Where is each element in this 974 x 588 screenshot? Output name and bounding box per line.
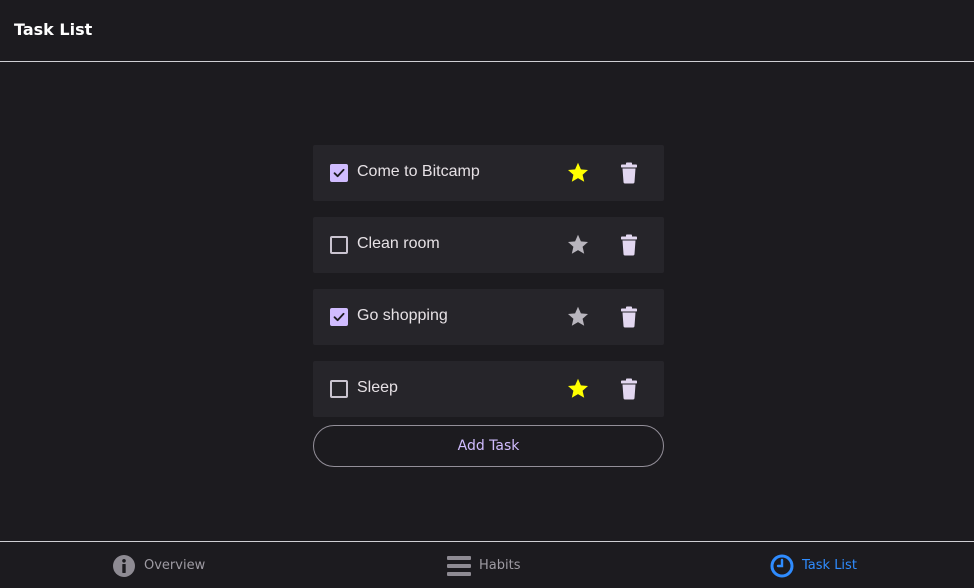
clock-icon (770, 554, 794, 578)
task-label: Clean room (357, 235, 440, 252)
nav-item-overview[interactable]: Overview (112, 542, 205, 588)
task-checkbox[interactable] (330, 236, 348, 254)
task-item: Clean room (313, 217, 664, 273)
task-label: Sleep (357, 379, 398, 396)
app-header: Task List (0, 0, 974, 62)
star-icon[interactable] (566, 161, 590, 185)
menu-icon (447, 554, 471, 578)
page-title: Task List (14, 20, 93, 39)
task-label: Go shopping (357, 307, 448, 324)
task-item: Sleep (313, 361, 664, 417)
add-task-button[interactable]: Add Task (313, 425, 664, 467)
info-icon (112, 554, 136, 578)
task-checkbox[interactable] (330, 164, 348, 182)
star-icon[interactable] (566, 233, 590, 257)
bottom-nav: Overview Habits Task List (0, 541, 974, 588)
trash-icon[interactable] (620, 378, 638, 400)
task-checkbox[interactable] (330, 308, 348, 326)
nav-label: Overview (144, 558, 206, 573)
task-item: Come to Bitcamp (313, 145, 664, 201)
task-label: Come to Bitcamp (357, 163, 480, 180)
nav-label: Habits (479, 558, 521, 573)
task-app: Task List Come to Bitcamp Clean room Go … (0, 0, 974, 588)
trash-icon[interactable] (620, 234, 638, 256)
task-checkbox[interactable] (330, 380, 348, 398)
nav-label: Task List (802, 558, 857, 573)
trash-icon[interactable] (620, 162, 638, 184)
star-icon[interactable] (566, 377, 590, 401)
trash-icon[interactable] (620, 306, 638, 328)
task-item: Go shopping (313, 289, 664, 345)
star-icon[interactable] (566, 305, 590, 329)
task-list: Come to Bitcamp Clean room Go shopping S… (313, 145, 664, 433)
nav-item-task-list[interactable]: Task List (770, 542, 857, 588)
nav-item-habits[interactable]: Habits (447, 542, 520, 588)
